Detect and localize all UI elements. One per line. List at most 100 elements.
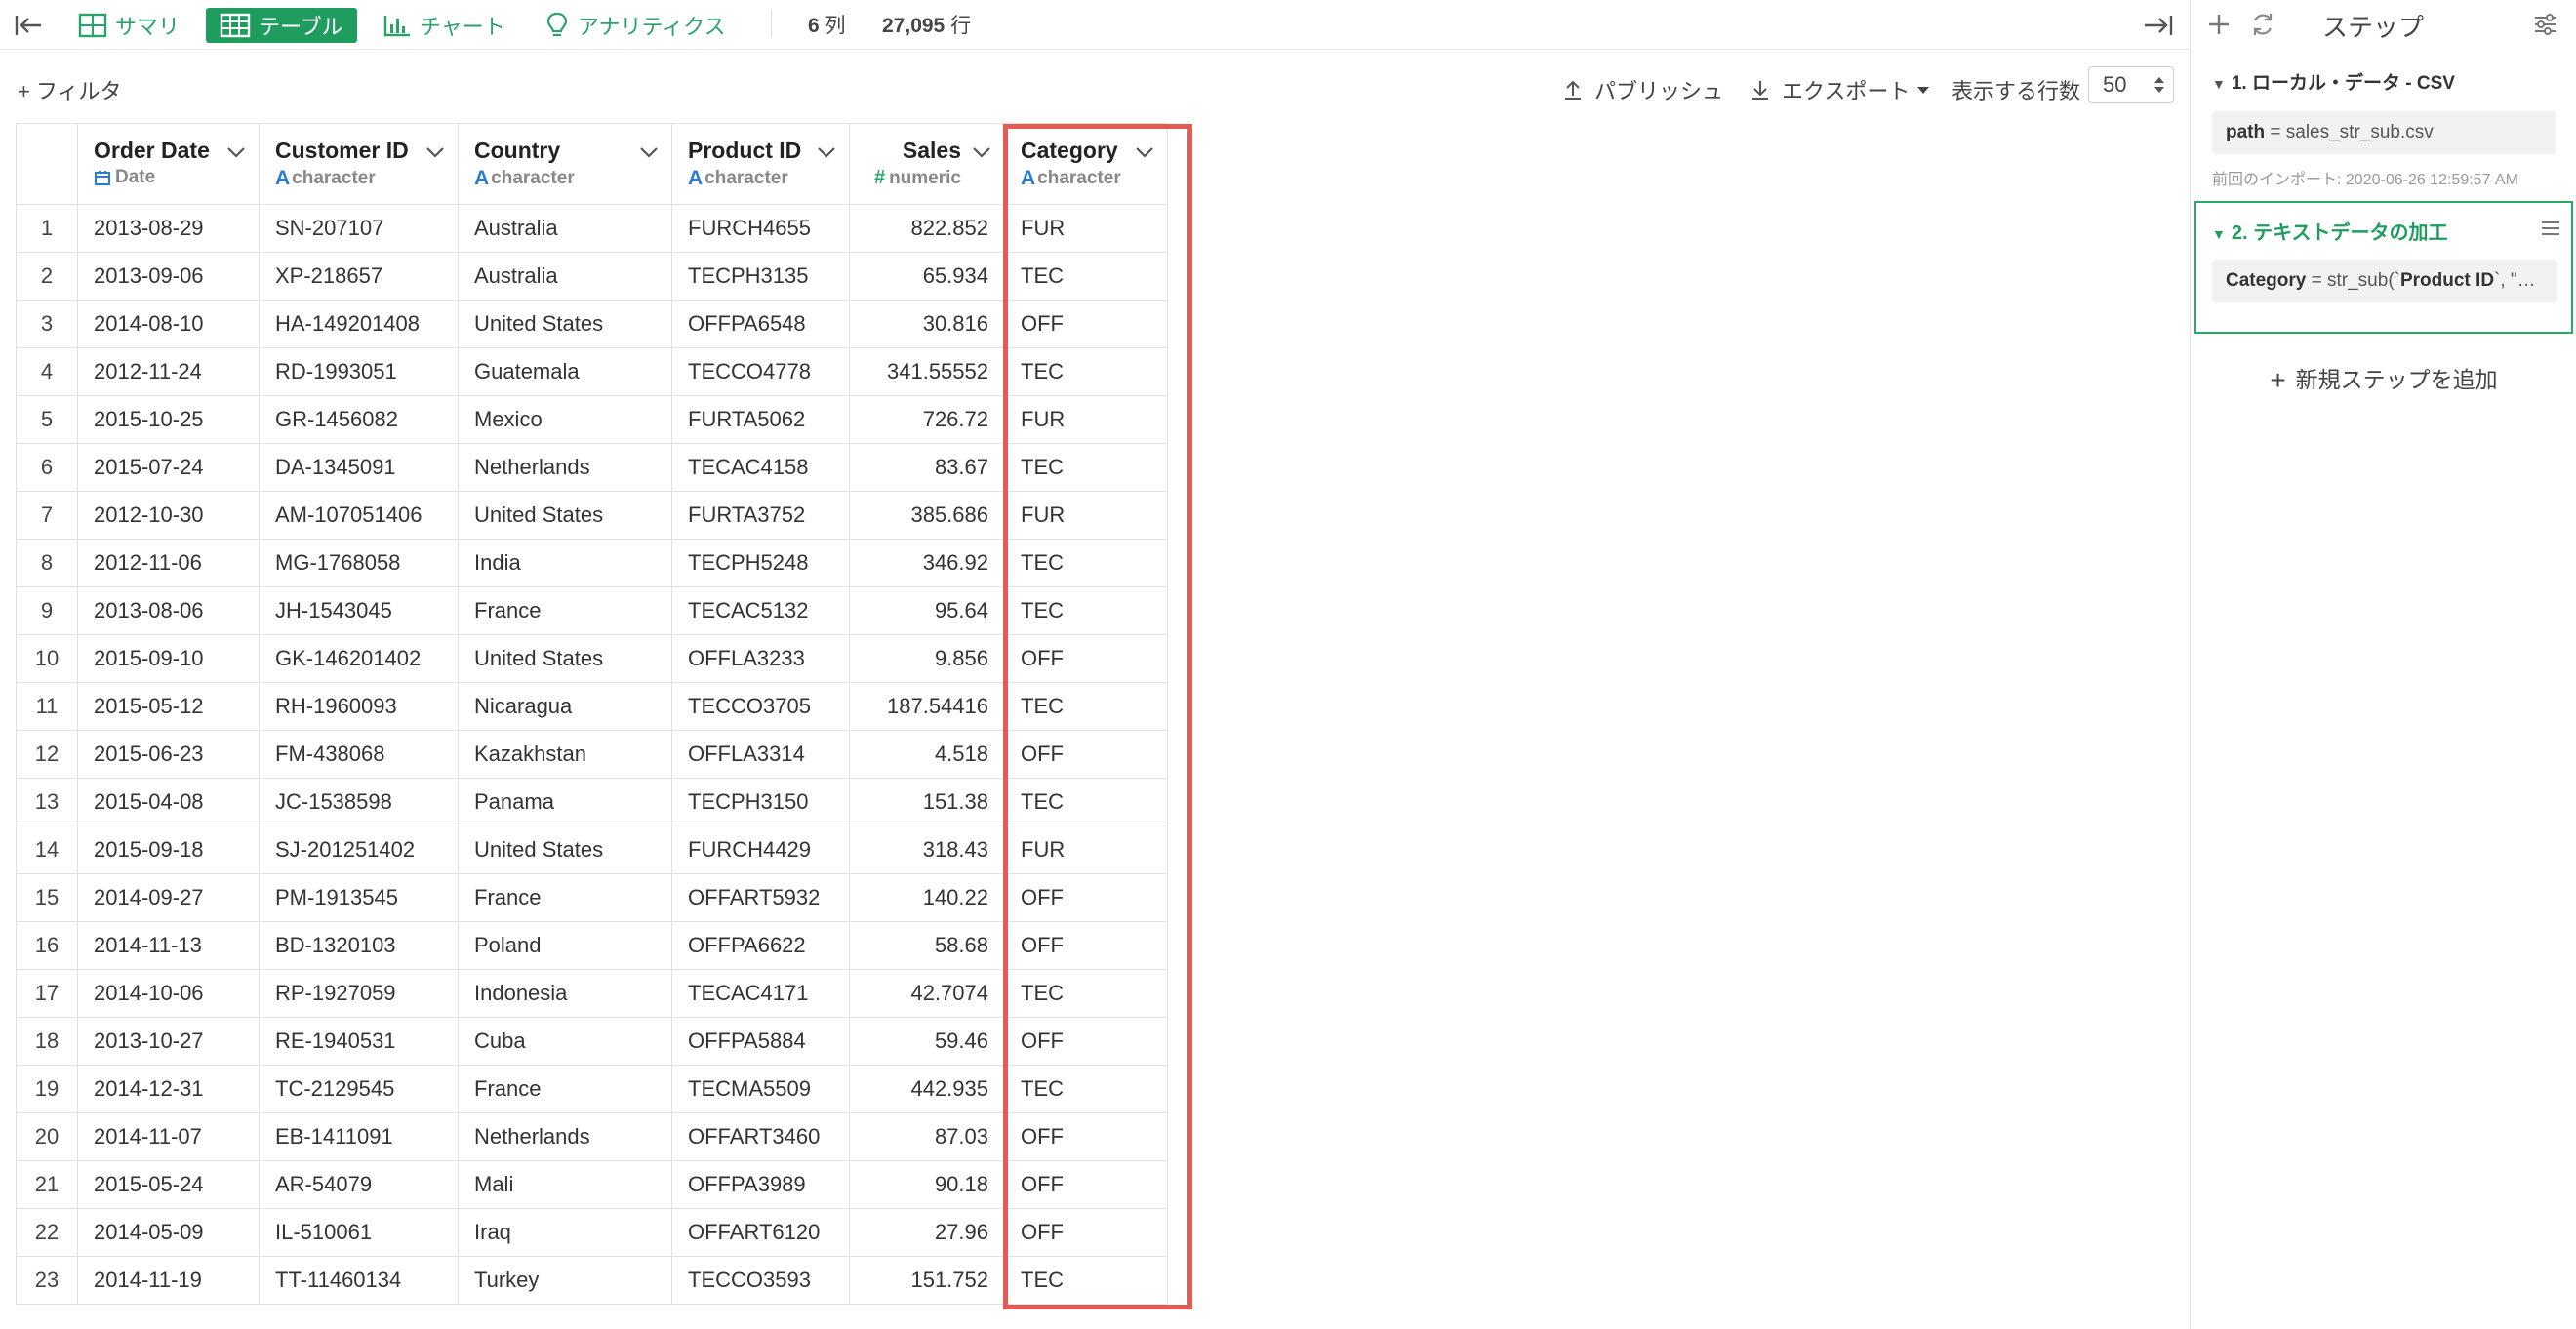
table-cell[interactable]: TECMA5509 (671, 1065, 850, 1113)
table-cell[interactable]: IL-510061 (259, 1208, 459, 1257)
table-cell[interactable]: 2014-09-27 (77, 873, 260, 922)
table-cell[interactable]: TT-11460134 (259, 1256, 459, 1305)
table-cell[interactable]: 151.38 (849, 778, 1005, 826)
table-cell[interactable]: TECPH5248 (671, 539, 850, 587)
export-button[interactable]: エクスポート (1749, 74, 1931, 105)
add-icon[interactable] (2206, 12, 2232, 37)
table-cell[interactable]: Turkey (458, 1256, 672, 1305)
table-cell[interactable]: RH-1960093 (259, 682, 459, 731)
table-cell[interactable]: France (458, 873, 672, 922)
column-header-customer-id[interactable]: Customer ID A character (259, 123, 459, 205)
table-cell[interactable]: 2015-09-18 (77, 826, 260, 874)
column-header-category[interactable]: Category A character (1004, 123, 1168, 205)
rows-per-page-select[interactable]: 50 (2088, 66, 2174, 103)
expand-right-icon[interactable] (2143, 8, 2182, 43)
table-cell[interactable]: Australia (458, 204, 672, 253)
step-2-card[interactable]: ▼ 2. テキストデータの加工 Category = str_sub(`Produ… (2194, 201, 2573, 334)
table-cell[interactable]: 726.72 (849, 395, 1005, 444)
table-cell[interactable]: 140.22 (849, 873, 1005, 922)
table-cell[interactable]: JH-1543045 (259, 586, 459, 635)
table-cell[interactable]: Australia (458, 252, 672, 301)
table-cell[interactable]: TEC (1004, 682, 1168, 731)
table-cell[interactable]: RE-1940531 (259, 1017, 459, 1066)
table-cell[interactable]: Kazakhstan (458, 730, 672, 779)
chevron-down-icon[interactable] (225, 145, 247, 159)
table-cell[interactable]: Mali (458, 1160, 672, 1209)
refresh-icon[interactable] (2249, 11, 2276, 38)
table-cell[interactable]: United States (458, 491, 672, 540)
table-cell[interactable]: Cuba (458, 1017, 672, 1066)
table-cell[interactable]: FUR (1004, 826, 1168, 874)
table-cell[interactable]: SJ-201251402 (259, 826, 459, 874)
chevron-down-icon[interactable] (1134, 145, 1155, 159)
table-cell[interactable]: Poland (458, 921, 672, 970)
table-cell[interactable]: 95.64 (849, 586, 1005, 635)
table-cell[interactable]: 2013-08-06 (77, 586, 260, 635)
table-cell[interactable]: TECPH3135 (671, 252, 850, 301)
table-cell[interactable]: OFFART6120 (671, 1208, 850, 1257)
table-cell[interactable]: 318.43 (849, 826, 1005, 874)
table-cell[interactable]: FURTA5062 (671, 395, 850, 444)
table-cell[interactable]: TECCO3705 (671, 682, 850, 731)
table-cell[interactable]: 2015-07-24 (77, 443, 260, 492)
table-cell[interactable]: OFF (1004, 921, 1168, 970)
table-cell[interactable]: Iraq (458, 1208, 672, 1257)
table-cell[interactable]: TEC (1004, 1256, 1168, 1305)
table-cell[interactable]: OFFLA3233 (671, 634, 850, 683)
table-cell[interactable]: OFFPA3989 (671, 1160, 850, 1209)
table-cell[interactable]: OFF (1004, 634, 1168, 683)
table-cell[interactable]: TECAC4158 (671, 443, 850, 492)
column-header-order-date[interactable]: Order Date Date (77, 123, 260, 205)
table-cell[interactable]: 346.92 (849, 539, 1005, 587)
step-2-expression[interactable]: Category = str_sub(`Product ID`, "… (2212, 260, 2557, 302)
chevron-down-icon[interactable] (638, 145, 660, 159)
column-header-product-id[interactable]: Product ID A character (671, 123, 850, 205)
table-cell[interactable]: 151.752 (849, 1256, 1005, 1305)
table-cell[interactable]: Netherlands (458, 1112, 672, 1161)
table-cell[interactable]: XP-218657 (259, 252, 459, 301)
table-cell[interactable]: TECPH3150 (671, 778, 850, 826)
table-cell[interactable]: 385.686 (849, 491, 1005, 540)
tab-analytics[interactable]: アナリティクス (544, 8, 726, 43)
table-cell[interactable]: 2015-05-12 (77, 682, 260, 731)
table-cell[interactable]: United States (458, 300, 672, 348)
table-cell[interactable]: 30.816 (849, 300, 1005, 348)
table-cell[interactable]: FM-438068 (259, 730, 459, 779)
table-cell[interactable]: GK-146201402 (259, 634, 459, 683)
chevron-down-icon[interactable] (971, 145, 992, 159)
table-cell[interactable]: 2013-08-29 (77, 204, 260, 253)
table-cell[interactable]: PM-1913545 (259, 873, 459, 922)
chevron-down-icon[interactable] (424, 145, 446, 159)
table-cell[interactable]: TEC (1004, 252, 1168, 301)
table-cell[interactable]: 2012-10-30 (77, 491, 260, 540)
table-cell[interactable]: FURCH4655 (671, 204, 850, 253)
table-cell[interactable]: 2014-12-31 (77, 1065, 260, 1113)
table-cell[interactable]: 65.934 (849, 252, 1005, 301)
table-cell[interactable]: TEC (1004, 347, 1168, 396)
table-cell[interactable]: OFFART3460 (671, 1112, 850, 1161)
table-cell[interactable]: 2015-05-24 (77, 1160, 260, 1209)
table-cell[interactable]: FURTA3752 (671, 491, 850, 540)
table-cell[interactable]: TEC (1004, 443, 1168, 492)
table-cell[interactable]: 2012-11-06 (77, 539, 260, 587)
table-cell[interactable]: 2015-09-10 (77, 634, 260, 683)
table-cell[interactable]: France (458, 1065, 672, 1113)
table-cell[interactable]: RP-1927059 (259, 969, 459, 1018)
publish-button[interactable]: パブリッシュ (1561, 74, 1723, 105)
table-cell[interactable]: 442.935 (849, 1065, 1005, 1113)
table-cell[interactable]: FURCH4429 (671, 826, 850, 874)
table-cell[interactable]: OFF (1004, 300, 1168, 348)
table-cell[interactable]: OFF (1004, 873, 1168, 922)
step-1-header[interactable]: ▼ 1. ローカル・データ - CSV (2212, 68, 2455, 95)
table-cell[interactable]: TECCO4778 (671, 347, 850, 396)
table-cell[interactable]: TC-2129545 (259, 1065, 459, 1113)
table-cell[interactable]: AM-107051406 (259, 491, 459, 540)
table-cell[interactable]: JC-1538598 (259, 778, 459, 826)
table-cell[interactable]: OFFLA3314 (671, 730, 850, 779)
table-cell[interactable]: TEC (1004, 586, 1168, 635)
table-cell[interactable]: United States (458, 634, 672, 683)
table-cell[interactable]: TECAC4171 (671, 969, 850, 1018)
tab-chart[interactable]: チャート (382, 8, 505, 43)
table-cell[interactable]: Netherlands (458, 443, 672, 492)
add-new-step-button[interactable]: + 新規ステップを追加 (2191, 361, 2576, 396)
